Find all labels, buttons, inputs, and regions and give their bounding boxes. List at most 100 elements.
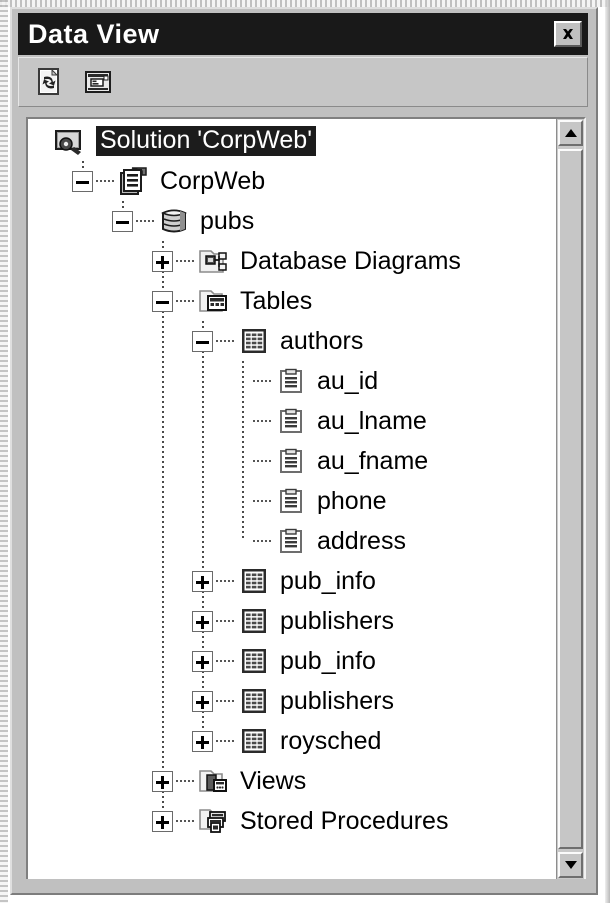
tree-row[interactable]: phone — [232, 481, 387, 521]
vertical-scrollbar[interactable] — [556, 119, 584, 879]
data-view-tree[interactable]: Solution 'CorpWeb' CorpWeb pubs Database Di… — [28, 119, 556, 879]
expand-toggle-icon[interactable] — [152, 810, 173, 832]
tree-connector-stub — [176, 820, 194, 822]
expand-toggle-icon[interactable] — [192, 650, 213, 672]
tree-row-label[interactable]: Stored Procedures — [240, 808, 448, 834]
tree-row[interactable]: Tables — [152, 281, 312, 321]
tree-connector-stub — [253, 460, 271, 462]
expand-toggle-icon[interactable] — [192, 570, 213, 592]
tree-connector-stub — [176, 260, 194, 262]
tree-connector-stub — [136, 220, 154, 222]
tree-row[interactable]: pubs — [112, 201, 254, 241]
table-icon — [238, 725, 270, 757]
tree-row[interactable]: au_id — [232, 361, 378, 401]
diagrams-folder-icon — [197, 245, 231, 277]
tree-row[interactable]: au_fname — [232, 441, 428, 481]
document-refresh-icon — [38, 68, 59, 95]
table-icon — [238, 605, 270, 637]
scroll-up-arrow-icon — [564, 129, 577, 137]
tree-connector-stub — [216, 700, 234, 702]
tree-connector-stub — [96, 180, 114, 182]
table-icon — [238, 565, 270, 597]
tree-row-label[interactable]: address — [317, 528, 406, 554]
tree-row-label[interactable]: Views — [240, 768, 306, 794]
views-folder-icon — [198, 765, 230, 797]
tree-row-label[interactable]: authors — [280, 328, 363, 354]
tree-row-label[interactable]: publishers — [280, 608, 394, 634]
database-icon — [157, 205, 191, 237]
tree-row-label[interactable]: pub_info — [280, 568, 376, 594]
tables-folder-icon — [198, 285, 230, 317]
table-icon — [237, 685, 271, 717]
tree-row-label[interactable]: CorpWeb — [160, 168, 265, 194]
tree-row-label[interactable]: au_fname — [317, 448, 428, 474]
tree-row-label[interactable]: pub_info — [280, 648, 376, 674]
scroll-down-button[interactable] — [558, 852, 583, 878]
tree-connector-stub — [176, 300, 194, 302]
tree-row-label[interactable]: au_lname — [317, 408, 427, 434]
tree-row-label[interactable]: Solution 'CorpWeb' — [94, 124, 318, 158]
solution-icon — [53, 125, 87, 157]
table-icon — [237, 725, 271, 757]
table-icon — [238, 645, 270, 677]
titlebar: Data View — [18, 13, 588, 55]
tree-row-label[interactable]: Tables — [240, 288, 312, 314]
column-field-icon — [274, 445, 308, 477]
expand-toggle-icon[interactable] — [192, 610, 213, 632]
scroll-thumb[interactable] — [558, 149, 583, 849]
tree-client-area: Solution 'CorpWeb' CorpWeb pubs Database Di… — [26, 117, 586, 881]
database-icon — [158, 205, 190, 237]
column-field-icon — [274, 365, 308, 397]
data-view-panel: Data View Solution 'CorpWeb' CorpWeb pub… — [10, 7, 598, 895]
tree-row[interactable]: address — [232, 521, 406, 561]
screenshot-root: Data View Solution 'CorpWeb' CorpWeb pub… — [0, 0, 610, 903]
column-field-icon — [275, 525, 307, 557]
tree-row-label[interactable]: pubs — [200, 208, 254, 234]
tree-row[interactable]: au_lname — [232, 401, 427, 441]
tree-row[interactable]: CorpWeb — [72, 161, 265, 201]
tree-connector-stub — [216, 740, 234, 742]
expand-toggle-icon[interactable] — [152, 770, 173, 792]
tree-connector-stub — [176, 780, 194, 782]
project-icon — [118, 165, 150, 197]
tree-row[interactable]: Stored Procedures — [152, 801, 448, 841]
tree-row[interactable]: publishers — [192, 601, 394, 641]
new-database-object-button[interactable] — [81, 65, 115, 99]
tree-row-label[interactable]: au_id — [317, 368, 378, 394]
project-icon — [117, 165, 151, 197]
table-icon — [237, 565, 271, 597]
tree-connector-stub — [253, 380, 271, 382]
close-button[interactable] — [554, 21, 582, 47]
tree-connector-stub — [253, 500, 271, 502]
tree-row[interactable]: authors — [192, 321, 363, 361]
tree-row-label[interactable]: publishers — [280, 688, 394, 714]
column-field-icon — [275, 445, 307, 477]
tree-row[interactable]: Views — [152, 761, 306, 801]
tree-row-label[interactable]: Database Diagrams — [240, 248, 461, 274]
tree-row[interactable]: Database Diagrams — [152, 241, 461, 281]
collapse-toggle-icon[interactable] — [72, 170, 93, 192]
tree-row-label[interactable]: roysched — [280, 728, 381, 754]
tree-row[interactable]: pub_info — [192, 641, 376, 681]
tree-row[interactable]: pub_info — [192, 561, 376, 601]
database-window-icon — [85, 71, 111, 93]
column-field-icon — [275, 365, 307, 397]
tree-row[interactable]: publishers — [192, 681, 394, 721]
tree-row[interactable]: roysched — [192, 721, 381, 761]
expand-toggle-icon[interactable] — [152, 250, 173, 272]
diagrams-folder-icon — [198, 245, 230, 277]
collapse-toggle-icon[interactable] — [112, 210, 133, 232]
collapse-toggle-icon[interactable] — [192, 330, 213, 352]
expand-toggle-icon[interactable] — [192, 690, 213, 712]
expand-toggle-icon[interactable] — [192, 730, 213, 752]
scan-edge-right — [605, 0, 610, 903]
tree-row-label[interactable]: phone — [317, 488, 387, 514]
table-icon — [237, 645, 271, 677]
scroll-up-button[interactable] — [558, 120, 583, 146]
tree-row[interactable]: Solution 'CorpWeb' — [32, 121, 318, 161]
tree-connector-stub — [253, 540, 271, 542]
scroll-down-arrow-icon — [564, 861, 577, 869]
refresh-query-button[interactable] — [33, 65, 67, 99]
collapse-toggle-icon[interactable] — [152, 290, 173, 312]
table-icon — [237, 605, 271, 637]
